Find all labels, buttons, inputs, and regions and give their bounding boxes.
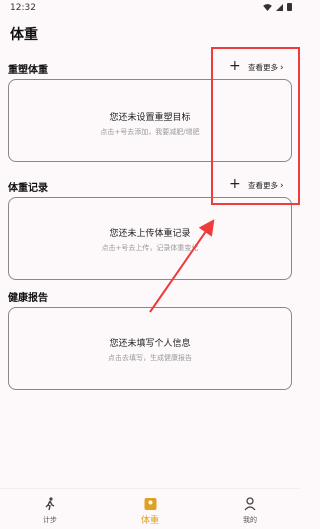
card-title: 您还未填写个人信息 — [109, 339, 191, 349]
walking-person-icon — [45, 497, 55, 511]
signal-icon — [276, 3, 283, 11]
scale-icon — [144, 498, 156, 510]
card-subtitle: 点击+号去添加，我要减肥/增肥 — [100, 128, 200, 136]
more-link-label: 查看更多 — [248, 181, 278, 190]
add-reshape-button[interactable]: + — [229, 59, 241, 73]
status-icons — [263, 3, 292, 11]
wifi-icon — [263, 3, 272, 11]
tab-profile[interactable]: 我的 — [220, 489, 280, 525]
more-link-records[interactable]: 查看更多 › — [248, 180, 284, 191]
records-card[interactable]: 您还未上传体重记录 点击+号去上传，记录体重变化 — [8, 197, 292, 280]
battery-icon — [287, 3, 292, 11]
page-title: 体重 — [10, 27, 38, 43]
tab-step[interactable]: 计步 — [20, 489, 80, 525]
card-title: 您还未上传体重记录 — [109, 229, 191, 239]
section-title-reshape: 重塑体重 — [8, 65, 48, 76]
tab-label: 体重 — [140, 516, 159, 526]
card-subtitle: 点击去填写，生成健康报告 — [108, 354, 192, 362]
card-title: 您还未设置重塑目标 — [109, 113, 191, 123]
profile-icon — [244, 497, 256, 511]
more-link-label: 查看更多 — [248, 63, 278, 72]
chevron-right-icon: › — [280, 180, 284, 191]
reshape-card[interactable]: 您还未设置重塑目标 点击+号去添加，我要减肥/增肥 — [8, 79, 292, 162]
card-subtitle: 点击+号去上传，记录体重变化 — [101, 244, 199, 252]
bottom-tab-bar: 计步 体重 我的 — [0, 488, 300, 529]
more-link-reshape[interactable]: 查看更多 › — [248, 62, 284, 73]
section-title-records: 体重记录 — [8, 183, 48, 194]
status-bar: 12:32 — [0, 0, 300, 16]
section-title-health-report: 健康报告 — [8, 293, 48, 304]
tab-label: 计步 — [43, 516, 57, 524]
chevron-right-icon: › — [280, 62, 284, 73]
status-time: 12:32 — [10, 3, 36, 13]
tab-weight[interactable]: 体重 — [120, 489, 180, 526]
tab-label: 我的 — [243, 516, 257, 524]
add-record-button[interactable]: + — [229, 177, 241, 191]
health-report-card[interactable]: 您还未填写个人信息 点击去填写，生成健康报告 — [8, 307, 292, 390]
